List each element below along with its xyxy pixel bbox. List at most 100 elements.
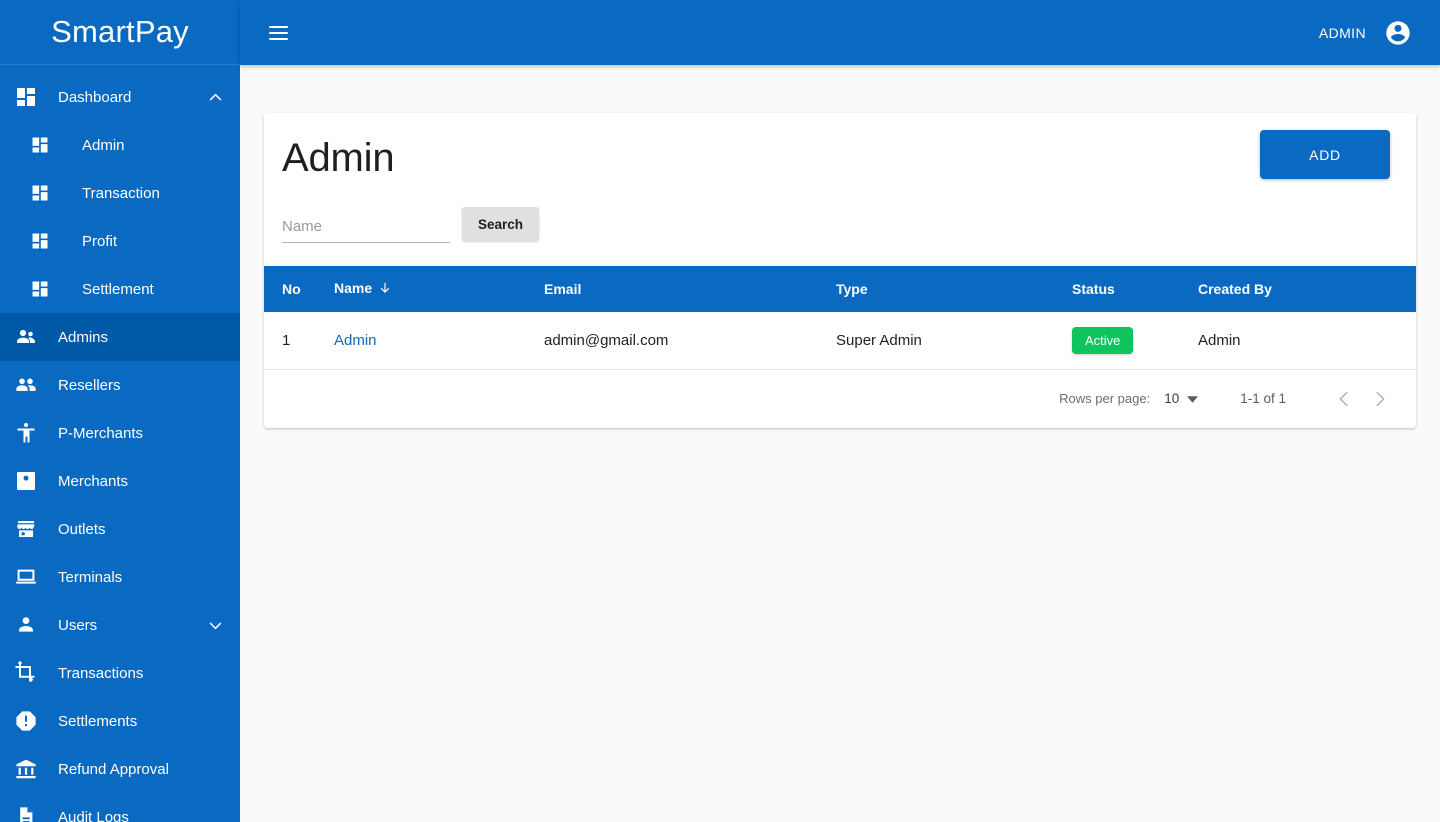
cell-created-by: Admin bbox=[1198, 312, 1416, 369]
hamburger-menu-icon[interactable] bbox=[258, 13, 298, 53]
table-body: 1 Admin admin@gmail.com Super Admin Active Ad… bbox=[264, 312, 1416, 369]
cell-email: admin@gmail.com bbox=[544, 312, 836, 369]
sidebar-item-label: Settlements bbox=[58, 712, 138, 730]
hamburger-bar bbox=[268, 25, 288, 28]
column-header-created-by[interactable]: Created By bbox=[1198, 266, 1416, 312]
admin-card: Admin ADD Search NoNameEmailTypeSt bbox=[264, 113, 1416, 428]
sidebar-item-outlets[interactable]: Outlets bbox=[0, 505, 240, 553]
sidebar-item-transactions[interactable]: Transactions bbox=[0, 649, 240, 697]
dashboard-icon bbox=[30, 181, 58, 205]
column-header-label: Created By bbox=[1198, 281, 1272, 297]
pagination-range: 1-1 of 1 bbox=[1240, 391, 1286, 406]
sidebar-item-admins[interactable]: Admins bbox=[0, 313, 240, 361]
laptop-icon bbox=[14, 565, 44, 589]
table-header: No Name Email Type Status Created By bbox=[264, 266, 1416, 312]
topbar: ADMIN bbox=[240, 0, 1440, 65]
store-icon bbox=[14, 517, 44, 541]
main-content: Admin ADD Search NoNameEmailTypeSt bbox=[240, 65, 1440, 822]
sidebar-item-label: Profit bbox=[82, 232, 118, 250]
sidebar-item-refund-approval[interactable]: Refund Approval bbox=[0, 745, 240, 793]
sidebar-item-label: Transaction bbox=[82, 184, 160, 202]
rows-per-page-select[interactable]: 10 bbox=[1164, 391, 1199, 406]
sidebar-item-label: Terminals bbox=[58, 568, 123, 586]
sidebar-item-merchants[interactable]: Merchants bbox=[0, 457, 240, 505]
column-header-label: Type bbox=[836, 281, 868, 297]
accessibility-icon bbox=[14, 421, 44, 445]
account-circle-icon[interactable] bbox=[1384, 19, 1412, 47]
hamburger-bar bbox=[268, 37, 288, 40]
search-input[interactable] bbox=[282, 218, 450, 243]
description-icon bbox=[14, 805, 44, 822]
table-row[interactable]: 1 Admin admin@gmail.com Super Admin Active Ad… bbox=[264, 312, 1416, 369]
column-header-label: Name bbox=[334, 280, 373, 296]
sidebar-item-label: Outlets bbox=[58, 520, 106, 538]
people-icon bbox=[14, 325, 44, 349]
sidebar-item-dashboard[interactable]: Dashboard bbox=[0, 73, 240, 121]
cell-name: Admin bbox=[334, 312, 544, 369]
chevron-left-icon[interactable] bbox=[1326, 381, 1362, 417]
arrow-drop-down-icon bbox=[1187, 391, 1199, 406]
chevron-up-icon[interactable] bbox=[206, 88, 224, 106]
column-header-name[interactable]: Name bbox=[334, 266, 544, 312]
search-row: Search bbox=[282, 207, 1392, 243]
hamburger-bar bbox=[268, 31, 288, 34]
sidebar-item-label: Dashboard bbox=[58, 88, 132, 106]
sidebar-item-settlement[interactable]: Settlement bbox=[0, 265, 240, 313]
cell-name-value[interactable]: Admin bbox=[334, 332, 377, 349]
add-button[interactable]: ADD bbox=[1260, 130, 1390, 179]
sidebar-item-admin[interactable]: Admin bbox=[0, 121, 240, 169]
dashboard-icon bbox=[30, 133, 58, 157]
dashboard-icon bbox=[30, 229, 58, 253]
sidebar-item-label: Resellers bbox=[58, 376, 121, 394]
sidebar-item-label: Admins bbox=[58, 328, 109, 346]
sidebar-item-audit-logs[interactable]: Audit Logs bbox=[0, 793, 240, 822]
crop-rotate-icon bbox=[14, 661, 44, 685]
column-header-label: Email bbox=[544, 281, 582, 297]
sidebar-item-label: P-Merchants bbox=[58, 424, 144, 442]
sidebar-item-terminals[interactable]: Terminals bbox=[0, 553, 240, 601]
card-header: Admin ADD Search bbox=[264, 113, 1416, 266]
sidebar-nav: Dashboard Admin Transaction Profit Settlemen… bbox=[0, 65, 240, 822]
sidebar-item-label: Users bbox=[58, 616, 98, 634]
sidebar-item-resellers[interactable]: Resellers bbox=[0, 361, 240, 409]
brand-name: SmartPay bbox=[51, 14, 189, 49]
sidebar-item-settlements[interactable]: Settlements bbox=[0, 697, 240, 745]
cell-created-by-value: Admin bbox=[1198, 331, 1241, 349]
rows-per-page-value: 10 bbox=[1164, 391, 1180, 406]
dashboard-icon bbox=[30, 277, 58, 301]
dashboard-icon bbox=[14, 85, 44, 109]
column-header-label: Status bbox=[1072, 281, 1115, 297]
group-icon bbox=[14, 373, 44, 397]
table-header-row: No Name Email Type Status Created By bbox=[264, 266, 1416, 312]
column-header-no[interactable]: No bbox=[264, 266, 334, 312]
sidebar-item-label: Settlement bbox=[82, 280, 154, 298]
column-header-email[interactable]: Email bbox=[544, 266, 836, 312]
topbar-user-label: ADMIN bbox=[1318, 24, 1366, 41]
sidebar-item-transaction[interactable]: Transaction bbox=[0, 169, 240, 217]
person-icon bbox=[14, 613, 44, 637]
sidebar-item-p-merchants[interactable]: P-Merchants bbox=[0, 409, 240, 457]
rows-per-page-label: Rows per page: bbox=[1059, 391, 1151, 406]
sidebar-item-label: Admin bbox=[82, 136, 125, 154]
column-header-type[interactable]: Type bbox=[836, 266, 1072, 312]
cell-status: Active bbox=[1072, 312, 1198, 369]
chevron-down-icon[interactable] bbox=[206, 616, 224, 634]
search-button[interactable]: Search bbox=[462, 207, 540, 241]
admin-table: No Name Email Type Status Created By 1 Admin ad… bbox=[264, 266, 1416, 370]
page-title: Admin bbox=[282, 136, 395, 180]
chevron-right-icon[interactable] bbox=[1362, 381, 1398, 417]
sidebar-item-profit[interactable]: Profit bbox=[0, 217, 240, 265]
sidebar-item-users[interactable]: Users bbox=[0, 601, 240, 649]
cell-type-value: Super Admin bbox=[836, 331, 922, 349]
account-box-icon bbox=[14, 469, 44, 493]
column-header-status[interactable]: Status bbox=[1072, 266, 1198, 312]
sidebar-item-label: Audit Logs bbox=[58, 808, 129, 822]
sidebar-item-label: Transactions bbox=[58, 664, 144, 682]
pagination-bar: Rows per page: 10 1-1 of 1 bbox=[264, 369, 1416, 428]
account-balance-icon bbox=[14, 757, 44, 781]
cell-no: 1 bbox=[264, 312, 334, 369]
sidebar-item-label: Refund Approval bbox=[58, 760, 169, 778]
sidebar: SmartPay Dashboard Admin Transaction Profit… bbox=[0, 0, 240, 822]
brand-logo[interactable]: SmartPay bbox=[0, 0, 240, 65]
arrow-downward-icon bbox=[378, 281, 392, 298]
